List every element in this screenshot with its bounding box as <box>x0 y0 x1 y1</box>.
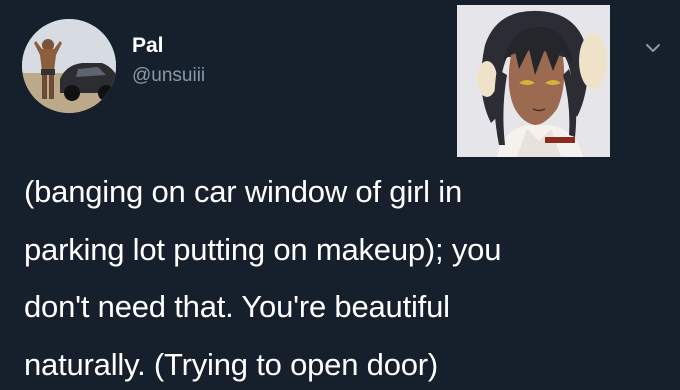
author-handle[interactable]: @unsuiii <box>132 64 205 88</box>
tweet-menu-button[interactable] <box>641 36 665 60</box>
tweet-text: (banging on car window of girl in parkin… <box>24 163 664 390</box>
tweet-text-line: naturally. (Trying to open door) <box>24 346 439 382</box>
attached-image[interactable] <box>457 5 610 157</box>
author-info: Pal @unsuiii <box>132 34 205 88</box>
tweet-text-line: (banging on car window of girl in <box>24 174 462 209</box>
tweet-text-line: parking lot putting on makeup); you <box>24 231 502 267</box>
chevron-down-icon <box>646 44 660 52</box>
tweet-text-line: don't need that. You're beautiful <box>24 289 450 324</box>
tweet-card: Pal @unsuiii (banging on car window of g… <box>0 0 680 390</box>
author-avatar[interactable] <box>22 19 116 113</box>
author-display-name[interactable]: Pal <box>132 34 205 58</box>
